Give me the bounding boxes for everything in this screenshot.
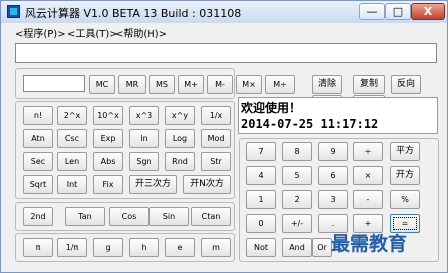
menu-program[interactable]: <程序(P)> (15, 25, 66, 40)
mr-button[interactable]: MR (118, 75, 146, 94)
ctan-button[interactable]: Ctan (191, 207, 231, 226)
csc-button[interactable]: Csc (57, 129, 87, 148)
datetime-text: 2014-07-25 11:17:12 (241, 117, 379, 131)
maximize-button[interactable]: □ (385, 3, 411, 20)
sqrt-button[interactable]: Sqrt (23, 175, 53, 194)
inverse-pi-button[interactable]: 1/π (57, 238, 87, 257)
digit-5-button[interactable]: 5 (282, 166, 312, 185)
factorial-button[interactable]: n! (23, 106, 53, 125)
reverse-button[interactable]: 反向 (391, 75, 421, 94)
window-title: 风云计算器 V1.0 BETA 13 Build : 031108 (25, 7, 242, 20)
tan-button[interactable]: Tan (65, 207, 105, 226)
m-constant-button[interactable]: m (201, 238, 231, 257)
and-button[interactable]: And (282, 238, 312, 257)
memory-display (23, 75, 85, 92)
gravity-constant-button[interactable]: g (93, 238, 123, 257)
title-bar[interactable]: 风云计算器 V1.0 BETA 13 Build : 031108 — □ X (1, 1, 447, 23)
menu-bar: <程序(P)> <工具(T)> <帮助(H)> (1, 23, 447, 40)
m-minus-button[interactable]: M- (207, 75, 233, 94)
percent-button[interactable]: % (390, 190, 420, 209)
cube-button[interactable]: x^3 (129, 106, 159, 125)
or-button[interactable]: Or (312, 238, 332, 257)
square-button[interactable]: 平方 (390, 142, 420, 161)
digit-1-button[interactable]: 1 (246, 190, 276, 209)
m-divide-button[interactable]: M÷ (265, 75, 295, 94)
calculator-window: 风云计算器 V1.0 BETA 13 Build : 031108 — □ X … (0, 0, 448, 273)
close-button[interactable]: X (411, 3, 445, 20)
m-plus-button[interactable]: M+ (178, 75, 204, 94)
planck-constant-button[interactable]: h (129, 238, 159, 257)
power-of-ten-button[interactable]: 10^x (93, 106, 123, 125)
digit-2-button[interactable]: 2 (282, 190, 312, 209)
nth-root-button[interactable]: 开N次方 (183, 175, 231, 194)
sin-button[interactable]: Sin (149, 207, 189, 226)
len-button[interactable]: Len (57, 152, 87, 171)
app-icon (7, 5, 20, 18)
divide-button[interactable]: ÷ (353, 142, 383, 161)
rnd-button[interactable]: Rnd (165, 152, 195, 171)
power-of-two-button[interactable]: 2^x (57, 106, 87, 125)
digit-0-button[interactable]: 0 (246, 214, 276, 233)
menu-help[interactable]: <帮助(H)> (115, 25, 167, 40)
m-multiply-button[interactable]: M× (236, 75, 262, 94)
power-button[interactable]: x^y (165, 106, 195, 125)
euler-constant-button[interactable]: e (165, 238, 195, 257)
welcome-text: 欢迎使用！ (241, 101, 302, 115)
fix-button[interactable]: Fix (93, 175, 123, 194)
digit-9-button[interactable]: 9 (318, 142, 348, 161)
square-root-button[interactable]: 开方 (390, 166, 420, 185)
watermark-text: 最需教育 (331, 233, 408, 255)
cos-button[interactable]: Cos (109, 207, 149, 226)
pi-button[interactable]: π (23, 238, 53, 257)
ln-button[interactable]: ln (129, 129, 159, 148)
sgn-button[interactable]: Sgn (129, 152, 159, 171)
minus-button[interactable]: - (353, 190, 383, 209)
str-button[interactable]: Str (201, 152, 231, 171)
digit-3-button[interactable]: 3 (318, 190, 348, 209)
int-button[interactable]: Int (57, 175, 87, 194)
abs-button[interactable]: Abs (93, 152, 123, 171)
sec-button[interactable]: Sec (23, 152, 53, 171)
expression-display[interactable] (15, 43, 437, 63)
sign-toggle-button[interactable]: +/- (282, 214, 312, 233)
minimize-button[interactable]: — (359, 3, 385, 20)
atn-button[interactable]: Atn (23, 129, 53, 148)
second-function-button[interactable]: 2nd (23, 207, 53, 226)
mc-button[interactable]: MC (89, 75, 115, 94)
mod-button[interactable]: Mod (201, 129, 231, 148)
multiply-button[interactable]: × (353, 166, 383, 185)
cube-root-button[interactable]: 开三次方 (129, 175, 177, 194)
menu-tools[interactable]: <工具(T)> (67, 25, 118, 40)
info-display: 欢迎使用！ 2014-07-25 11:17:12 (238, 97, 438, 134)
ms-button[interactable]: MS (149, 75, 175, 94)
not-button[interactable]: Not (246, 238, 276, 257)
clear-button[interactable]: 清除 (312, 75, 342, 94)
exp-button[interactable]: Exp (93, 129, 123, 148)
digit-6-button[interactable]: 6 (318, 166, 348, 185)
reciprocal-button[interactable]: 1/x (201, 106, 231, 125)
log-button[interactable]: Log (165, 129, 195, 148)
digit-4-button[interactable]: 4 (246, 166, 276, 185)
digit-7-button[interactable]: 7 (246, 142, 276, 161)
digit-8-button[interactable]: 8 (282, 142, 312, 161)
copy-button[interactable]: 复制 (353, 75, 385, 94)
